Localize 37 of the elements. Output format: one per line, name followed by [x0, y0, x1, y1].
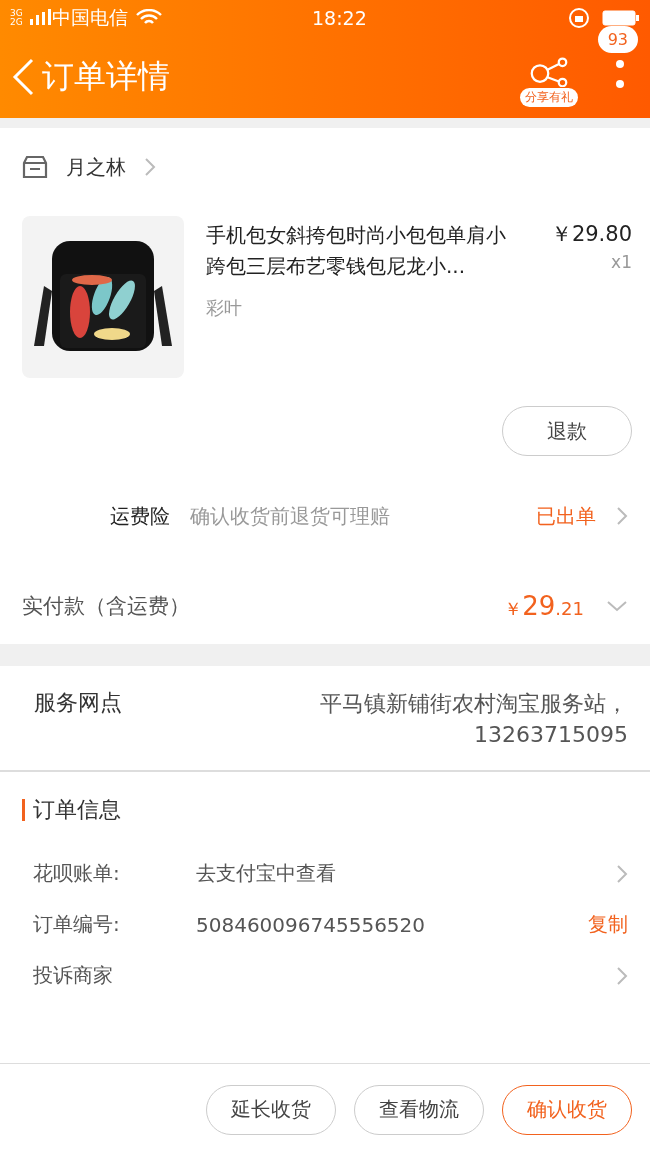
battery-icon [602, 8, 640, 27]
back-icon[interactable] [12, 57, 34, 96]
info-label: 花呗账单: [33, 860, 121, 887]
info-label: 投诉商家 [33, 962, 114, 989]
chevron-right-icon [616, 506, 628, 526]
share-icon[interactable] [528, 56, 570, 87]
chevron-right-icon [144, 157, 156, 177]
amount-paid: ￥29.21 [504, 591, 584, 621]
network-type: 3G 2G [10, 8, 24, 27]
carrier-name: 中国电信 [52, 4, 128, 30]
chevron-right-icon [616, 863, 628, 884]
signal-icon [28, 8, 52, 27]
shop-name[interactable]: 月之林 [66, 153, 126, 181]
quantity: x1 [611, 252, 632, 272]
refund-button[interactable]: 退款 [502, 406, 632, 456]
section-title: 订单信息 [33, 796, 121, 824]
info-value: 去支付宝中查看 [196, 860, 336, 887]
shipping-insurance-label: 运费险 [110, 502, 170, 530]
more-icon[interactable] [616, 59, 624, 90]
page-title: 订单详情 [42, 55, 171, 97]
chevron-right-icon [616, 965, 628, 986]
unit-price: ￥29.80 [550, 221, 632, 248]
expand-icon[interactable] [606, 600, 628, 612]
product-variant: 彩叶 [206, 296, 243, 320]
info-value: 508460096745556520 [196, 912, 426, 937]
insurance-description: 确认收货前退货可理赔 [190, 503, 391, 530]
clock-time: 18:22 [312, 6, 367, 29]
shop-icon [22, 155, 48, 179]
info-label: 订单编号: [33, 911, 121, 938]
amount-paid-label: 实付款（含运费） [22, 593, 191, 620]
action-button[interactable]: 查看物流 [354, 1084, 484, 1135]
action-button[interactable]: 延长收货 [206, 1084, 336, 1135]
service-point-label: 服务网点 [34, 689, 123, 717]
rotation-lock-icon [568, 6, 590, 29]
message-count-badge: 93 [597, 25, 638, 53]
service-point-address: 平马镇新铺街农村淘宝服务站，13263715095 [319, 690, 628, 749]
product-title[interactable]: 手机包女斜挎包时尚小包包单肩小跨包三层布艺零钱包尼龙小... [206, 216, 520, 282]
